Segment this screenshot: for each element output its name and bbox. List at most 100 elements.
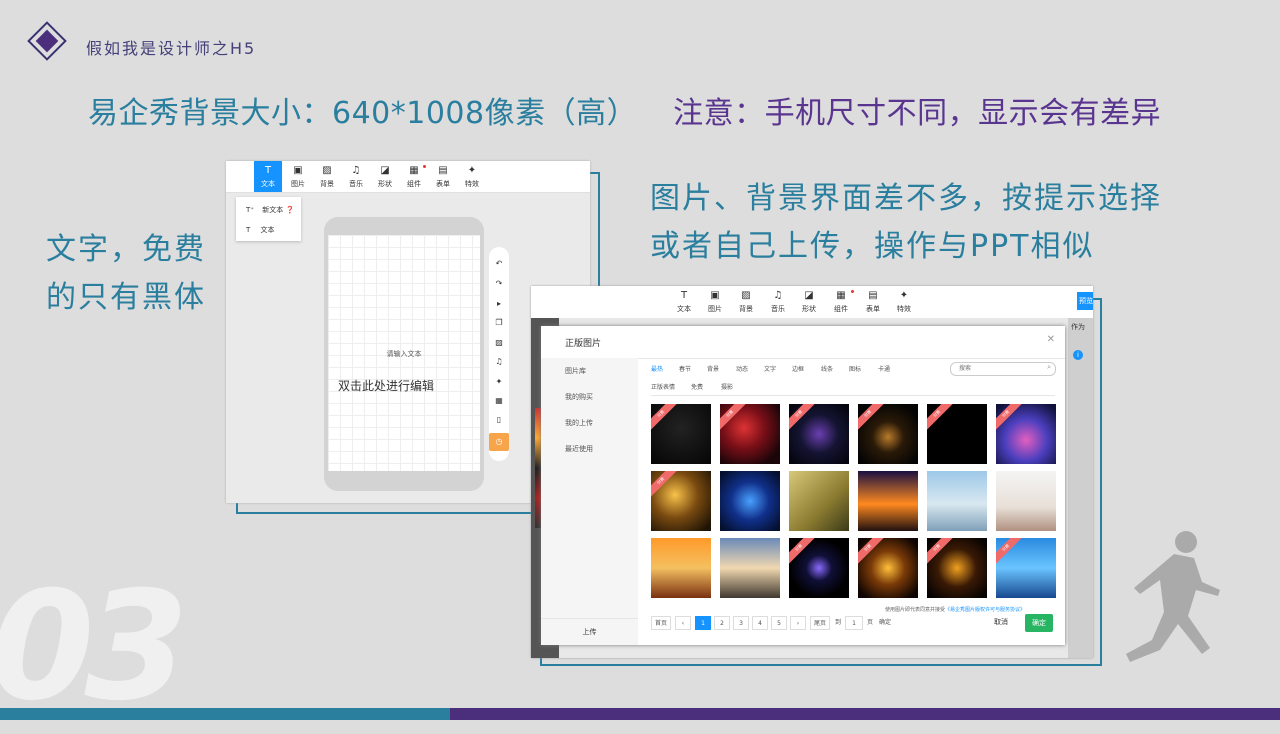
toolbar-form[interactable]: ▤ 表单: [429, 161, 457, 192]
last-page-button[interactable]: 尾页: [810, 616, 830, 630]
toolbar-image[interactable]: ▣ 图片: [284, 161, 312, 192]
right-panel-label: 作为: [1071, 323, 1085, 331]
subtab-photo[interactable]: 摄影: [721, 382, 733, 391]
goto-confirm-button[interactable]: 确定: [879, 616, 891, 630]
toolbar-image[interactable]: ▣ 图片: [701, 286, 729, 317]
heading-size-info: 易企秀背景大小：640*1008像素（高）: [88, 96, 638, 131]
page-5-button[interactable]: 5: [771, 616, 787, 630]
effect-icon: ✦: [467, 165, 477, 176]
copy-icon[interactable]: ❐: [489, 318, 509, 327]
image-thumbnail[interactable]: [720, 471, 780, 531]
toolbar-background[interactable]: ▨ 背景: [313, 161, 341, 192]
preview-button[interactable]: 预览: [1077, 292, 1093, 310]
ok-button[interactable]: 确定: [1025, 614, 1053, 632]
premium-ribbon: 付费: [996, 538, 1025, 567]
toolbar-text[interactable]: T 文本: [670, 286, 698, 317]
tab-text[interactable]: 文字: [764, 364, 776, 373]
tab-lines[interactable]: 线条: [821, 364, 833, 373]
image-thumbnail[interactable]: 付费: [996, 538, 1056, 598]
grid-icon[interactable]: ▦: [489, 396, 509, 405]
toolbar-background[interactable]: ▨ 背景: [732, 286, 760, 317]
tab-cartoon[interactable]: 卡通: [878, 364, 890, 373]
toolbar-text[interactable]: T 文本: [254, 161, 282, 192]
phone-icon[interactable]: ▯: [489, 415, 509, 424]
toolbar-effect[interactable]: ✦ 特效: [890, 286, 918, 317]
page-1-button[interactable]: 1: [695, 616, 711, 630]
undo-icon[interactable]: ↶: [489, 259, 509, 268]
subtab-licensed[interactable]: 正版表情: [651, 382, 675, 391]
text-icon: T: [680, 290, 688, 301]
history-icon[interactable]: ◷: [489, 433, 509, 451]
next-page-icon[interactable]: ›: [790, 616, 806, 630]
dropdown-text[interactable]: T 文本: [246, 225, 275, 235]
image-thumbnail[interactable]: [720, 538, 780, 598]
edit-hint-text[interactable]: 双击此处进行编辑: [338, 377, 434, 394]
image-thumbnail[interactable]: 付费: [720, 404, 780, 464]
image-thumbnail[interactable]: 付费: [858, 404, 918, 464]
phone-canvas[interactable]: 请输入文本 双击此处进行编辑: [328, 235, 480, 471]
play-icon[interactable]: ▸: [489, 299, 509, 308]
tab-background[interactable]: 背景: [707, 364, 719, 373]
image-thumbnail[interactable]: [858, 471, 918, 531]
sidebar-item-uploads[interactable]: 我的上传: [565, 418, 593, 428]
music-icon[interactable]: ♫: [489, 357, 509, 366]
search-input[interactable]: [959, 364, 1039, 373]
main-heading: 易企秀背景大小：640*1008像素（高） 注意：手机尺寸不同，显示会有差异: [88, 88, 1161, 132]
image-thumbnail[interactable]: 付费: [789, 404, 849, 464]
background-icon[interactable]: ▨: [489, 338, 509, 347]
runner-illustration: [1126, 531, 1220, 662]
toolbar-shape[interactable]: ◪ 形状: [371, 161, 399, 192]
image-thumbnail[interactable]: 付费: [996, 404, 1056, 464]
toolbar-shape[interactable]: ◪ 形状: [795, 286, 823, 317]
image-thumbnail[interactable]: 付费: [651, 471, 711, 531]
background-icon: ▨: [741, 290, 751, 301]
image-thumbnail[interactable]: [996, 471, 1056, 531]
toolbar-effect[interactable]: ✦ 特效: [458, 161, 486, 192]
image-thumbnail[interactable]: [789, 471, 849, 531]
toolbar-form[interactable]: ▤ 表单: [859, 286, 887, 317]
premium-ribbon: 付费: [789, 404, 818, 433]
sidebar-item-recent[interactable]: 最近使用: [565, 444, 593, 454]
form-icon: ▤: [438, 165, 448, 176]
page-2-button[interactable]: 2: [714, 616, 730, 630]
sidebar-item-purchased[interactable]: 我的购买: [565, 392, 593, 402]
tab-animated[interactable]: 动态: [736, 364, 748, 373]
close-icon[interactable]: ✕: [1047, 334, 1055, 345]
side-toolbar: ↶ ↷ ▸ ❐ ▨ ♫ ✦ ▦ ▯ ◷: [489, 247, 509, 461]
image-thumbnail[interactable]: 付费: [651, 404, 711, 464]
goto-page-input[interactable]: 1: [845, 616, 863, 630]
upload-button[interactable]: 上传: [541, 618, 638, 637]
premium-ribbon: 付费: [927, 404, 956, 433]
image-thumbnail[interactable]: 付费: [927, 404, 987, 464]
image-thumbnail[interactable]: 付费: [858, 538, 918, 598]
dropdown-new-text[interactable]: T⁺ 新文本 ❓: [246, 205, 294, 215]
tab-spring[interactable]: 春节: [679, 364, 691, 373]
search-icon[interactable]: ⌕: [1047, 363, 1051, 372]
premium-ribbon: 付费: [858, 404, 887, 433]
toolbar-music[interactable]: ♫ 音乐: [764, 286, 792, 317]
redo-icon[interactable]: ↷: [489, 279, 509, 288]
effect-icon: ✦: [899, 290, 909, 301]
first-page-button[interactable]: 首页: [651, 616, 671, 630]
image-thumbnail[interactable]: [651, 538, 711, 598]
page-3-button[interactable]: 3: [733, 616, 749, 630]
image-thumbnail[interactable]: [927, 471, 987, 531]
cancel-button[interactable]: 取消: [989, 614, 1013, 630]
tab-hot[interactable]: 最热: [651, 364, 663, 373]
subtab-free[interactable]: 免费: [691, 382, 703, 391]
toolbar-music[interactable]: ♫ 音乐: [342, 161, 370, 192]
page-4-button[interactable]: 4: [752, 616, 768, 630]
footer-bar-blue: [0, 708, 450, 720]
text-placeholder[interactable]: 请输入文本: [328, 349, 480, 359]
info-icon[interactable]: i: [1073, 350, 1083, 360]
help-icon: ❓: [285, 206, 295, 214]
sidebar-item-library[interactable]: 图片库: [565, 366, 586, 376]
image-dialog: 正版图片 ✕ 图片库 我的购买 我的上传 最近使用 上传 最热 春节 背景 动态…: [541, 326, 1065, 645]
image-thumbnail[interactable]: 付费: [789, 538, 849, 598]
tab-border[interactable]: 边框: [792, 364, 804, 373]
prev-page-icon[interactable]: ‹: [675, 616, 691, 630]
license-link[interactable]: 《易企秀图片版权许可与服务协议》: [945, 607, 1025, 613]
image-thumbnail[interactable]: 付费: [927, 538, 987, 598]
effect-icon[interactable]: ✦: [489, 377, 509, 386]
tab-icons[interactable]: 图标: [849, 364, 861, 373]
